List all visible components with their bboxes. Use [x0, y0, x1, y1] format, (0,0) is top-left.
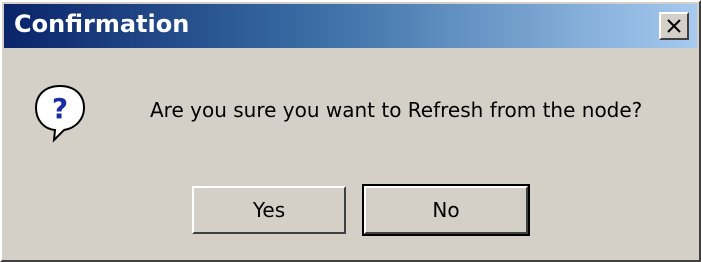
- no-button[interactable]: No: [362, 184, 530, 236]
- question-icon: ?: [32, 82, 88, 144]
- confirmation-dialog: Confirmation ? Are you sure you want to …: [0, 0, 701, 262]
- dialog-title: Confirmation: [14, 10, 190, 38]
- svg-text:?: ?: [52, 92, 68, 125]
- title-bar[interactable]: Confirmation: [4, 4, 697, 48]
- dialog-message: Are you sure you want to Refresh from th…: [150, 98, 643, 122]
- yes-button[interactable]: Yes: [192, 186, 346, 234]
- close-button[interactable]: [659, 12, 689, 40]
- close-icon: [667, 19, 681, 33]
